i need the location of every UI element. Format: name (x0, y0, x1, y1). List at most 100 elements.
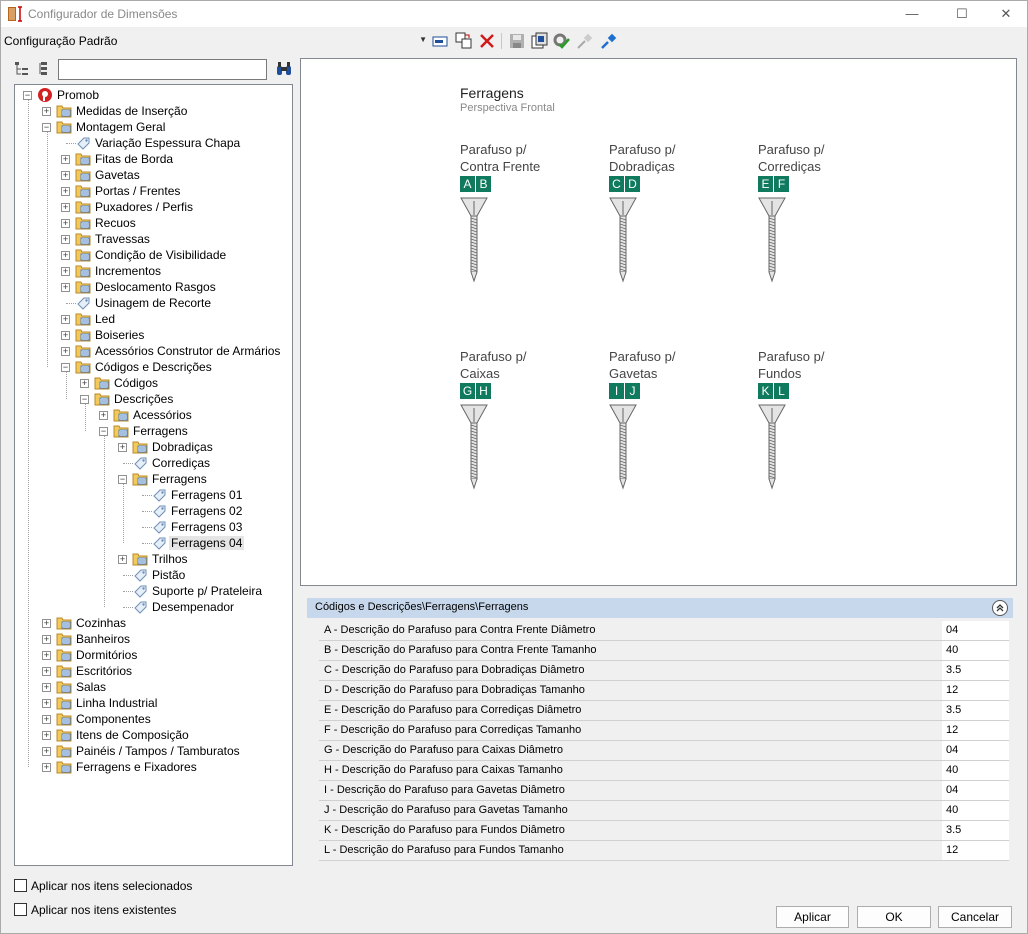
property-value-field[interactable]: 12 (942, 681, 1009, 700)
expand-icon[interactable]: + (42, 635, 51, 644)
tree-item[interactable]: + Códigos (15, 375, 291, 391)
tree-item[interactable]: − Ferragens (15, 471, 291, 487)
expand-icon[interactable]: + (118, 555, 127, 564)
collapse-all-icon[interactable] (14, 61, 30, 77)
expand-icon[interactable]: + (61, 155, 70, 164)
expand-icon[interactable]: + (42, 699, 51, 708)
property-row[interactable]: K - Descrição do Parafuso para Fundos Di… (319, 821, 1009, 841)
export-icon[interactable] (530, 32, 548, 50)
tree-item[interactable]: + Dormitórios (15, 647, 291, 663)
property-row[interactable]: G - Descrição do Parafuso para Caixas Di… (319, 741, 1009, 761)
tree-item[interactable]: + Deslocamento Rasgos (15, 279, 291, 295)
tree-item[interactable]: − Descrições (15, 391, 291, 407)
property-value-field[interactable]: 04 (942, 621, 1009, 640)
tree-item[interactable]: + Incrementos (15, 263, 291, 279)
property-value-field[interactable]: 40 (942, 641, 1009, 660)
tree-item[interactable]: + Boiseries (15, 327, 291, 343)
expand-icon[interactable]: + (80, 379, 89, 388)
tree-item[interactable]: Desempenador (15, 599, 291, 615)
tree-item[interactable]: + Cozinhas (15, 615, 291, 631)
tree-item[interactable]: + Led (15, 311, 291, 327)
tree-item[interactable]: Ferragens 01 (15, 487, 291, 503)
tree-item[interactable]: Ferragens 02 (15, 503, 291, 519)
tree-item[interactable]: + Travessas (15, 231, 291, 247)
tree-item[interactable]: + Acessórios Construtor de Armários (15, 343, 291, 359)
tree-item[interactable]: Variação Espessura Chapa (15, 135, 291, 151)
tree-item[interactable]: + Portas / Frentes (15, 183, 291, 199)
tree-item[interactable]: + Escritórios (15, 663, 291, 679)
property-value-field[interactable]: 12 (942, 841, 1009, 860)
minimize-button[interactable]: — (889, 1, 935, 27)
tree-item[interactable]: Corrediças (15, 455, 291, 471)
close-window-button[interactable]: ✕ (983, 1, 1028, 27)
tree-item[interactable]: + Gavetas (15, 167, 291, 183)
cancel-button[interactable]: Cancelar (938, 906, 1012, 928)
property-row[interactable]: F - Descrição do Parafuso para Corrediça… (319, 721, 1009, 741)
save-icon[interactable] (508, 32, 526, 50)
expand-icon[interactable]: + (99, 411, 108, 420)
tree-item[interactable]: + Componentes (15, 711, 291, 727)
property-row[interactable]: C - Descrição do Parafuso para Dobradiça… (319, 661, 1009, 681)
tree-item[interactable]: Suporte p/ Prateleira (15, 583, 291, 599)
expand-icon[interactable]: + (42, 731, 51, 740)
tree-item[interactable]: Ferragens 04 (15, 535, 291, 551)
settings-check-icon[interactable] (552, 32, 570, 50)
collapse-icon[interactable]: − (42, 123, 51, 132)
apply-selected-checkbox[interactable] (14, 879, 27, 892)
property-value-field[interactable]: 3.5 (942, 661, 1009, 680)
apply-existing-checkbox[interactable] (14, 903, 27, 916)
tree-item[interactable]: + Itens de Composição (15, 727, 291, 743)
expand-icon[interactable]: + (42, 683, 51, 692)
expand-icon[interactable]: + (61, 267, 70, 276)
expand-icon[interactable]: + (42, 667, 51, 676)
tree-item[interactable]: + Acessórios (15, 407, 291, 423)
expand-icon[interactable]: + (61, 315, 70, 324)
property-row[interactable]: D - Descrição do Parafuso para Dobradiça… (319, 681, 1009, 701)
collapse-icon[interactable]: − (118, 475, 127, 484)
tree-item[interactable]: − Promob (15, 87, 291, 103)
property-value-field[interactable]: 12 (942, 721, 1009, 740)
expand-icon[interactable]: + (61, 347, 70, 356)
expand-icon[interactable]: + (61, 203, 70, 212)
property-row[interactable]: H - Descrição do Parafuso para Caixas Ta… (319, 761, 1009, 781)
connect-icon[interactable] (576, 32, 594, 50)
tree-item[interactable]: + Puxadores / Perfis (15, 199, 291, 215)
property-row[interactable]: L - Descrição do Parafuso para Fundos Ta… (319, 841, 1009, 861)
copy-icon[interactable] (455, 32, 473, 50)
expand-icon[interactable]: + (61, 251, 70, 260)
expand-icon[interactable]: + (42, 763, 51, 772)
delete-icon[interactable] (478, 32, 496, 50)
expand-icon[interactable]: + (42, 651, 51, 660)
tree-item[interactable]: + Medidas de Inserção (15, 103, 291, 119)
collapse-icon[interactable]: − (99, 427, 108, 436)
configuration-select[interactable]: Configuração Padrão ▼ (3, 31, 429, 51)
property-row[interactable]: I - Descrição do Parafuso para Gavetas D… (319, 781, 1009, 801)
expand-icon[interactable]: + (42, 107, 51, 116)
tree-item[interactable]: + Trilhos (15, 551, 291, 567)
expand-icon[interactable]: + (61, 235, 70, 244)
tree-item[interactable]: + Banheiros (15, 631, 291, 647)
expand-all-icon[interactable] (37, 61, 53, 77)
tree-item[interactable]: − Montagem Geral (15, 119, 291, 135)
expand-icon[interactable]: + (61, 283, 70, 292)
collapse-button[interactable] (992, 600, 1008, 616)
collapse-icon[interactable]: − (23, 91, 32, 100)
tree-search-input[interactable] (58, 59, 267, 80)
tree-item[interactable]: + Ferragens e Fixadores (15, 759, 291, 775)
property-row[interactable]: B - Descrição do Parafuso para Contra Fr… (319, 641, 1009, 661)
rename-icon[interactable] (432, 32, 450, 50)
expand-icon[interactable]: + (61, 331, 70, 340)
expand-icon[interactable]: + (61, 187, 70, 196)
property-value-field[interactable]: 3.5 (942, 821, 1009, 840)
tree-item[interactable]: + Dobradiças (15, 439, 291, 455)
tree-item[interactable]: + Fitas de Borda (15, 151, 291, 167)
property-value-field[interactable]: 3.5 (942, 701, 1009, 720)
expand-icon[interactable]: + (42, 747, 51, 756)
expand-icon[interactable]: + (118, 443, 127, 452)
tree-item[interactable]: + Recuos (15, 215, 291, 231)
collapse-icon[interactable]: − (61, 363, 70, 372)
tree-item[interactable]: Usinagem de Recorte (15, 295, 291, 311)
tree-item[interactable]: + Condição de Visibilidade (15, 247, 291, 263)
property-value-field[interactable]: 04 (942, 741, 1009, 760)
tree-item[interactable]: − Códigos e Descrições (15, 359, 291, 375)
